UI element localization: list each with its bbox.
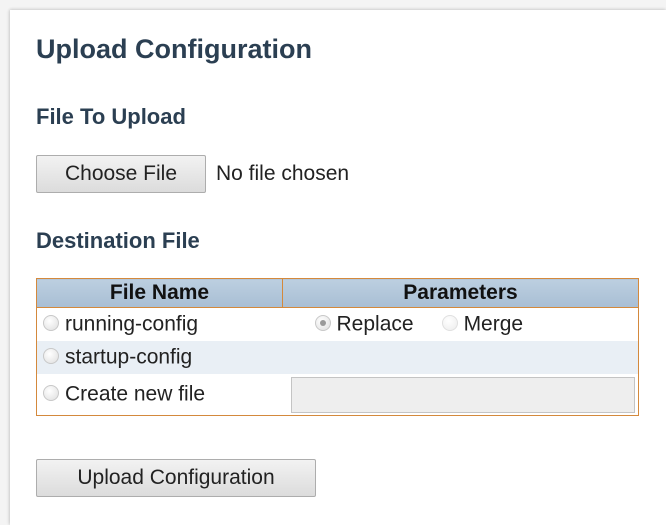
startup-config-radio[interactable] [43, 347, 59, 364]
table-header-row: File Name Parameters [36, 278, 639, 308]
startup-config-label: startup-config [65, 345, 193, 369]
create-new-file-cell: Create new file [37, 374, 283, 416]
parameters-header: Parameters [282, 278, 639, 308]
table-row: running-config Replace Merge [37, 308, 639, 342]
merge-radio[interactable] [441, 314, 458, 331]
running-config-params-cell: Replace Merge [283, 308, 639, 342]
file-name-header: File Name [36, 278, 283, 308]
new-file-name-input[interactable] [290, 377, 635, 413]
table-row: startup-config [36, 341, 639, 374]
replace-label: Replace [336, 312, 414, 336]
destination-file-heading: Destination File [36, 228, 200, 253]
merge-label: Merge [463, 312, 524, 336]
running-config-cell: running-config [37, 308, 283, 342]
create-new-file-radio[interactable] [43, 384, 59, 401]
file-status-text: No file chosen [216, 162, 350, 185]
replace-radio[interactable] [314, 314, 331, 331]
running-config-label: running-config [65, 312, 199, 336]
page-title: Upload Configuration [36, 34, 312, 64]
destination-file-table: File Name Parameters running-config Repl… [36, 278, 639, 416]
upload-configuration-button[interactable]: Upload Configuration [36, 459, 316, 497]
table-row: Create new file [37, 374, 639, 416]
running-config-radio[interactable] [43, 314, 59, 331]
startup-config-cell: startup-config [36, 341, 283, 374]
create-new-file-label: Create new file [65, 382, 206, 406]
new-file-name-cell [283, 374, 639, 416]
startup-config-params-cell [282, 341, 639, 374]
content-panel: Upload Configuration File To Upload Choo… [10, 10, 666, 525]
choose-file-button[interactable]: Choose File [36, 155, 206, 193]
file-to-upload-heading: File To Upload [36, 104, 186, 129]
